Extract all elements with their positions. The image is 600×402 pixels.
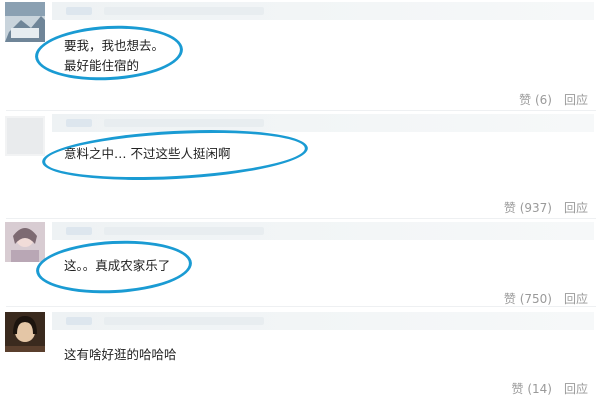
avatar[interactable] xyxy=(5,312,45,352)
comment-text: 这有啥好逛的哈哈哈 xyxy=(64,347,177,362)
comment-actions: 赞 (6) 回应 xyxy=(519,91,588,108)
divider xyxy=(6,306,596,307)
like-button[interactable]: 赞 (750) xyxy=(504,292,552,306)
comment-actions: 赞 (750) 回应 xyxy=(504,290,588,307)
divider xyxy=(6,110,596,111)
comment-author-bar xyxy=(52,312,594,330)
like-button[interactable]: 赞 (937) xyxy=(504,201,552,215)
divider xyxy=(6,218,596,219)
like-button[interactable]: 赞 (6) xyxy=(519,93,552,107)
comment-author-bar xyxy=(52,2,594,20)
reply-button[interactable]: 回应 xyxy=(564,93,588,107)
avatar[interactable] xyxy=(5,222,45,262)
avatar[interactable] xyxy=(5,116,45,156)
comment-author-bar xyxy=(52,222,594,240)
comment-actions: 赞 (14) 回应 xyxy=(512,380,588,397)
reply-button[interactable]: 回应 xyxy=(564,201,588,215)
reply-button[interactable]: 回应 xyxy=(564,292,588,306)
reply-button[interactable]: 回应 xyxy=(564,382,588,396)
comment-actions: 赞 (937) 回应 xyxy=(504,199,588,216)
like-button[interactable]: 赞 (14) xyxy=(512,382,552,396)
highlight-circle xyxy=(34,236,194,298)
comment-author-bar xyxy=(52,114,594,132)
avatar[interactable] xyxy=(5,2,45,42)
highlight-circle xyxy=(40,124,310,186)
